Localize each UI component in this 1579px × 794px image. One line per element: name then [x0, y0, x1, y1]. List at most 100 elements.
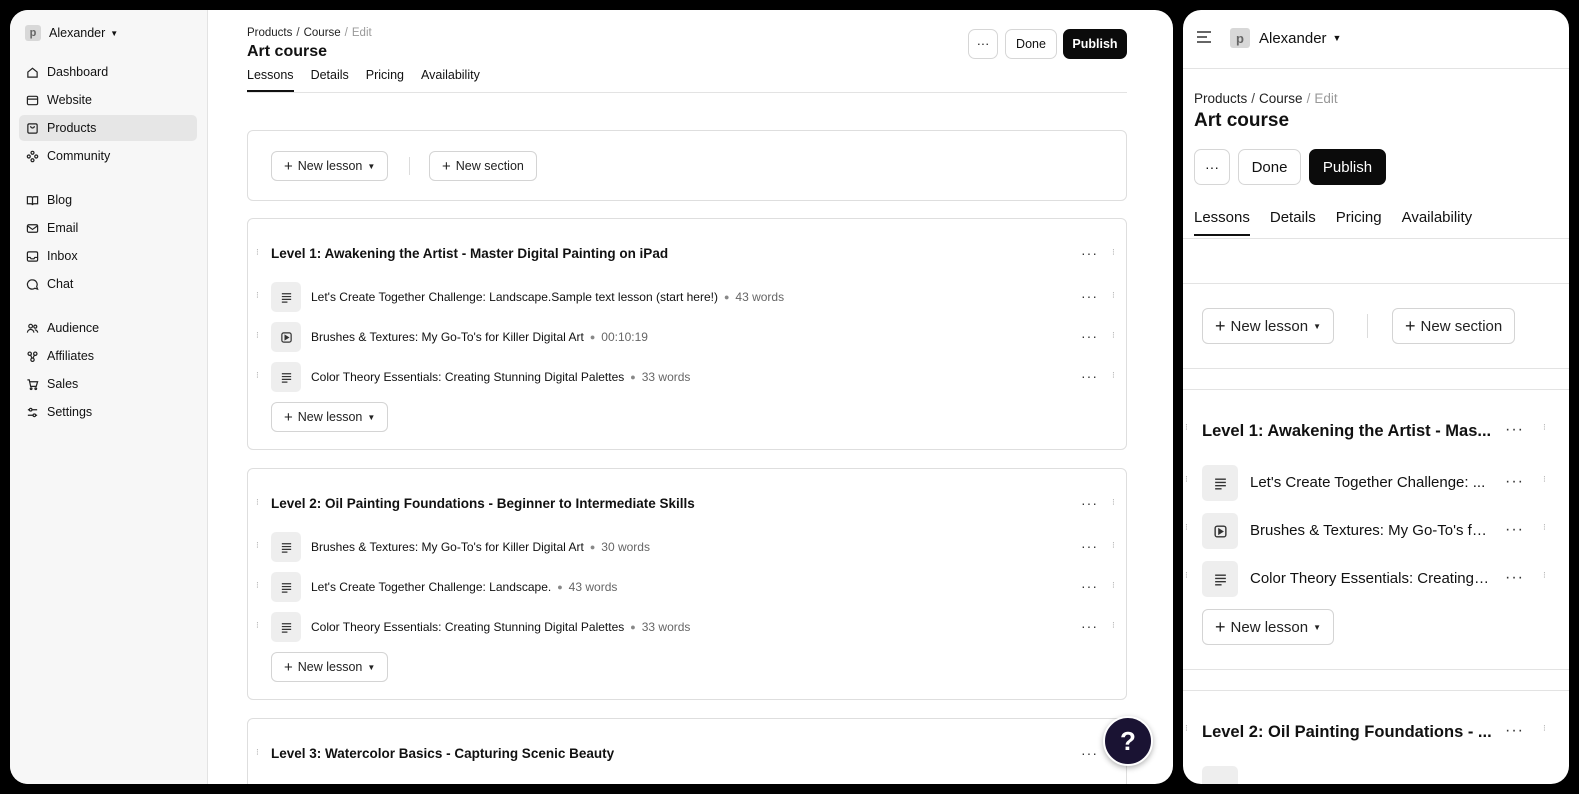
drag-handle-icon[interactable]: ⁝ [256, 621, 262, 630]
drag-handle-icon[interactable]: ⁝ [256, 371, 262, 380]
more-options-button[interactable]: ··· [1194, 149, 1230, 185]
tab-pricing[interactable]: Pricing [366, 68, 404, 82]
drag-handle-icon[interactable]: ⁝ [1543, 571, 1549, 580]
drag-handle-icon[interactable]: ⁝ [1543, 724, 1549, 733]
lesson-more-icon[interactable]: ··· [1505, 473, 1524, 491]
section-more-icon[interactable]: ··· [1081, 495, 1098, 511]
menu-icon[interactable] [1196, 30, 1212, 44]
drag-handle-icon[interactable]: ⁝ [256, 748, 262, 757]
drag-handle-icon[interactable]: ⁝ [1112, 541, 1118, 550]
drag-handle-icon[interactable]: ⁝ [1112, 581, 1118, 590]
section-more-icon[interactable]: ··· [1505, 421, 1524, 439]
new-section-label: New section [455, 159, 524, 173]
drag-handle-icon[interactable]: ⁝ [1112, 248, 1118, 257]
drag-handle-icon[interactable]: ⁝ [1112, 371, 1118, 380]
lesson-more-icon[interactable]: ··· [1081, 328, 1098, 344]
breadcrumb-separator: / [1306, 91, 1311, 106]
done-button[interactable]: Done [1005, 29, 1057, 59]
lesson-more-icon[interactable]: ··· [1081, 578, 1098, 594]
drag-handle-icon[interactable]: ⁝ [1543, 523, 1549, 532]
section-more-icon[interactable]: ··· [1081, 245, 1098, 261]
sidebar-item-blog[interactable]: Blog [19, 187, 197, 213]
sidebar-item-dashboard[interactable]: Dashboard [19, 59, 197, 85]
lesson-row[interactable]: Brushes & Textures: My Go-To's for Kille… [311, 540, 650, 554]
new-lesson-button[interactable]: + New lesson ▼ [271, 151, 389, 181]
tab-lessons[interactable]: Lessons [247, 68, 294, 92]
drag-handle-icon[interactable]: ⁝ [1112, 291, 1118, 300]
sidebar-item-settings[interactable]: Settings [19, 399, 197, 425]
drag-handle-icon[interactable]: ⁝ [1185, 423, 1191, 432]
section-more-icon[interactable]: ··· [1505, 722, 1524, 740]
book-icon [26, 195, 39, 205]
tab-divider [247, 92, 1127, 93]
lesson-more-icon[interactable]: ··· [1081, 538, 1098, 554]
sidebar-item-sales[interactable]: Sales [19, 371, 197, 397]
lesson-row[interactable]: Let's Create Together Challenge: Landsca… [311, 290, 784, 304]
new-lesson-button[interactable]: + New lesson ▼ [1202, 609, 1334, 645]
sidebar-item-products[interactable]: Products [19, 115, 197, 141]
video-lesson-icon [1202, 513, 1238, 549]
done-button[interactable]: Done [1238, 149, 1301, 185]
tab-details[interactable]: Details [1270, 209, 1316, 226]
drag-handle-icon[interactable]: ⁝ [1543, 423, 1549, 432]
tab-availability[interactable]: Availability [421, 68, 480, 82]
new-lesson-label: New lesson [1230, 618, 1309, 636]
publish-button[interactable]: Publish [1309, 149, 1386, 185]
sidebar-item-affiliates[interactable]: Affiliates [19, 343, 197, 369]
drag-handle-icon[interactable]: ⁝ [1185, 571, 1191, 580]
drag-handle-icon[interactable]: ⁝ [1185, 724, 1191, 733]
tab-availability[interactable]: Availability [1402, 209, 1473, 226]
lesson-title[interactable]: Color Theory Essentials: Creating ... [1250, 570, 1490, 587]
lesson-row[interactable]: Let's Create Together Challenge: Landsca… [311, 580, 617, 594]
lesson-row[interactable]: Color Theory Essentials: Creating Stunni… [311, 620, 690, 634]
help-button[interactable]: ? [1103, 716, 1153, 766]
sidebar-item-website[interactable]: Website [19, 87, 197, 113]
breadcrumb-course[interactable]: Course [1259, 91, 1303, 106]
new-lesson-button[interactable]: + New lesson ▼ [271, 402, 389, 432]
drag-handle-icon[interactable]: ⁝ [1185, 475, 1191, 484]
more-options-button[interactable]: ··· [968, 29, 998, 59]
breadcrumb-course[interactable]: Course [304, 27, 341, 39]
lesson-more-icon[interactable]: ··· [1081, 618, 1098, 634]
drag-handle-icon[interactable]: ⁝ [256, 291, 262, 300]
section-title: Level 2: Oil Painting Foundations - Begi… [271, 496, 695, 511]
workspace-switcher[interactable]: p Alexander ▼ [1230, 28, 1341, 48]
new-lesson-button[interactable]: + New lesson ▼ [1202, 308, 1334, 344]
drag-handle-icon[interactable]: ⁝ [256, 541, 262, 550]
lesson-title[interactable]: Let's Create Together Challenge: ... [1250, 474, 1490, 491]
workspace-switcher[interactable]: p Alexander ▼ [25, 25, 118, 41]
drag-handle-icon[interactable]: ⁝ [1112, 331, 1118, 340]
drag-handle-icon[interactable]: ⁝ [1543, 475, 1549, 484]
sidebar-item-chat[interactable]: Chat [19, 271, 197, 297]
new-section-button[interactable]: + New section [429, 151, 537, 181]
publish-button[interactable]: Publish [1063, 29, 1127, 59]
lesson-title[interactable]: Brushes & Textures: My Go-To's fo... [1250, 522, 1490, 539]
sidebar-item-audience[interactable]: Audience [19, 315, 197, 341]
breadcrumb: Products / Course / Edit [247, 27, 372, 39]
drag-handle-icon[interactable]: ⁝ [256, 331, 262, 340]
lesson-more-icon[interactable]: ··· [1505, 521, 1524, 539]
tab-pricing[interactable]: Pricing [1336, 209, 1382, 226]
section-card: ⁝ Level 2: Oil Painting Foundations - Be… [247, 468, 1127, 700]
sidebar-item-community[interactable]: Community [19, 143, 197, 169]
lesson-more-icon[interactable]: ··· [1505, 569, 1524, 587]
section-more-icon[interactable]: ··· [1081, 745, 1098, 761]
drag-handle-icon[interactable]: ⁝ [256, 581, 262, 590]
sidebar-item-email[interactable]: Email [19, 215, 197, 241]
lesson-more-icon[interactable]: ··· [1081, 288, 1098, 304]
sidebar-item-inbox[interactable]: Inbox [19, 243, 197, 269]
new-section-button[interactable]: + New section [1392, 308, 1516, 344]
new-lesson-button[interactable]: + New lesson ▼ [271, 652, 389, 682]
drag-handle-icon[interactable]: ⁝ [256, 248, 262, 257]
drag-handle-icon[interactable]: ⁝ [256, 498, 262, 507]
lesson-more-icon[interactable]: ··· [1081, 368, 1098, 384]
drag-handle-icon[interactable]: ⁝ [1185, 523, 1191, 532]
drag-handle-icon[interactable]: ⁝ [1112, 621, 1118, 630]
lesson-row[interactable]: Brushes & Textures: My Go-To's for Kille… [311, 330, 648, 344]
lesson-row[interactable]: Color Theory Essentials: Creating Stunni… [311, 370, 690, 384]
breadcrumb-products[interactable]: Products [1194, 91, 1247, 106]
breadcrumb-products[interactable]: Products [247, 27, 292, 39]
tab-lessons[interactable]: Lessons [1194, 209, 1250, 236]
drag-handle-icon[interactable]: ⁝ [1112, 498, 1118, 507]
tab-details[interactable]: Details [311, 68, 349, 82]
